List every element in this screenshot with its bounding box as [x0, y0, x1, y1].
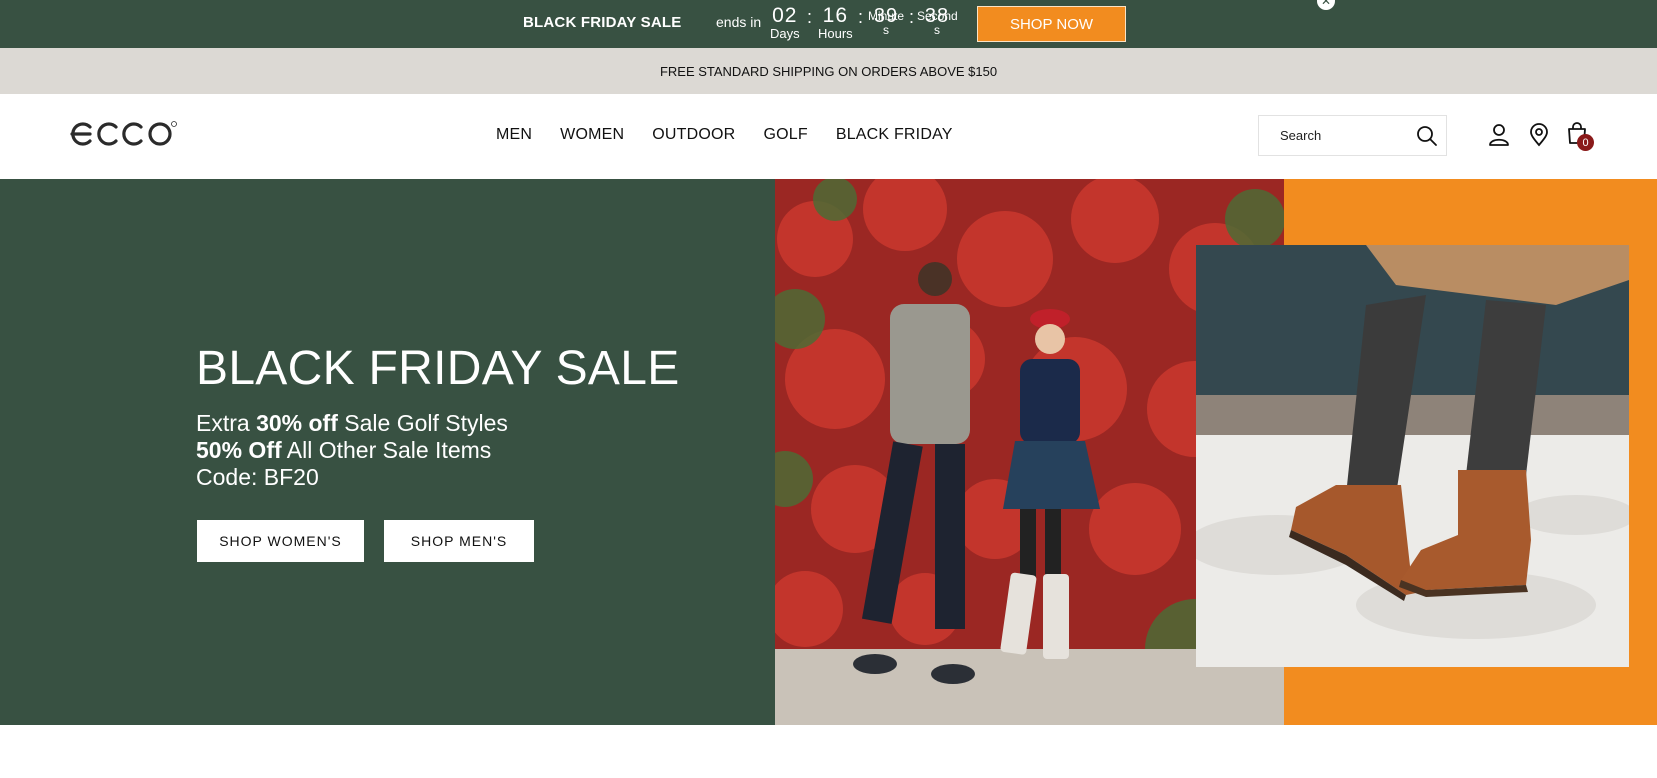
search-input[interactable] [1278, 127, 1412, 144]
shipping-text: FREE STANDARD SHIPPING ON ORDERS ABOVE $… [659, 63, 998, 79]
hero-offer-line-1-suffix: Sale Golf Styles [337, 410, 508, 436]
nav-item-outdoor[interactable]: OUTDOOR [652, 126, 735, 144]
countdown-separator: : [909, 7, 915, 27]
shop-now-button[interactable]: SHOP NOW [977, 6, 1126, 42]
main-nav: MEN WOMEN OUTDOOR GOLF BLACK FRIDAY [496, 126, 953, 144]
shop-mens-button[interactable]: SHOP MEN'S [384, 520, 534, 562]
cart-count-badge: 0 [1577, 134, 1594, 151]
countdown-minutes: 39 Minute s [866, 5, 906, 37]
countdown-days-value: 02 [772, 4, 798, 27]
countdown-separator: : [858, 7, 864, 27]
hero-offer-line-1-prefix: Extra [196, 410, 257, 436]
shop-womens-button[interactable]: SHOP WOMEN'S [197, 520, 364, 562]
countdown-days: 02 Days [770, 4, 800, 41]
hero-offer-line-2: 50% Off All Other Sale Items [196, 437, 508, 464]
search-box [1258, 115, 1447, 156]
countdown-hours: 16 Hours [818, 4, 853, 41]
hero-text-panel: BLACK FRIDAY SALE Extra 30% off Sale Gol… [0, 179, 775, 725]
hero-offer-line-2-highlight: 50% Off [196, 437, 282, 463]
hero-offer-line-2-suffix: All Other Sale Items [281, 437, 492, 463]
countdown-ends-text: ends in [716, 14, 762, 30]
ecco-logo[interactable] [66, 118, 178, 148]
hero-offer-text: Extra 30% off Sale Golf Styles 50% Off A… [196, 410, 508, 491]
search-icon[interactable] [1416, 125, 1438, 152]
hero-promo-code: Code: BF20 [196, 464, 319, 490]
hero-image-boots [1196, 245, 1629, 667]
shipping-banner: FREE STANDARD SHIPPING ON ORDERS ABOVE $… [0, 48, 1657, 94]
hero-offer-line-1: Extra 30% off Sale Golf Styles [196, 410, 508, 437]
hero-offer-line-1-highlight: 30% off [256, 410, 338, 436]
site-header: MEN WOMEN OUTDOOR GOLF BLACK FRIDAY 0 [0, 94, 1657, 179]
nav-item-men[interactable]: MEN [496, 126, 532, 144]
countdown-seconds: 38 Second s [917, 5, 958, 37]
countdown-seconds-label: Second s [917, 9, 958, 37]
promo-title: BLACK FRIDAY SALE [523, 14, 682, 31]
countdown-minutes-label: Minute s [867, 9, 905, 37]
countdown-hours-value: 16 [822, 4, 849, 27]
hero-banner: BLACK FRIDAY SALE Extra 30% off Sale Gol… [0, 179, 1657, 725]
countdown-hours-label: Hours [818, 26, 853, 41]
nav-item-golf[interactable]: GOLF [763, 126, 807, 144]
hero-title: BLACK FRIDAY SALE [196, 342, 680, 395]
nav-item-black-friday[interactable]: BLACK FRIDAY [836, 126, 953, 144]
promo-bar: BLACK FRIDAY SALE ends in 02 Days : 16 H… [0, 0, 1657, 48]
close-icon[interactable]: ✕ [1317, 0, 1335, 10]
countdown-separator: : [807, 7, 813, 27]
nav-item-women[interactable]: WOMEN [560, 126, 624, 144]
location-pin-icon[interactable] [1529, 123, 1549, 152]
countdown-days-label: Days [770, 26, 800, 41]
user-icon[interactable] [1488, 123, 1510, 152]
